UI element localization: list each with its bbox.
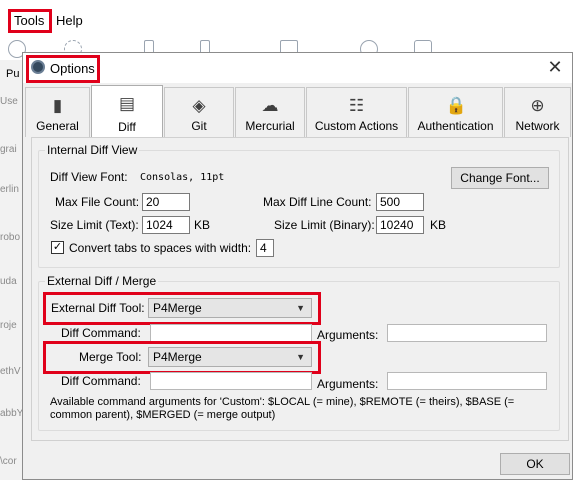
help-menu[interactable]: Help xyxy=(56,13,83,28)
sidebar-fragment: robo xyxy=(0,232,21,243)
ok-button[interactable]: OK xyxy=(500,453,570,475)
external-diff-group: External Diff / Merge External Diff Tool… xyxy=(38,274,560,431)
size-text-input[interactable]: 1024 xyxy=(142,216,190,234)
size-binary-input[interactable]: 10240 xyxy=(376,216,424,234)
max-line-count-label: Max Diff Line Count: xyxy=(263,195,372,209)
internal-diff-title: Internal Diff View xyxy=(45,143,140,157)
sidebar-fragment: grai xyxy=(0,144,17,155)
diff-tool-select[interactable]: P4Merge ▼ xyxy=(148,298,312,318)
tab-width-input[interactable]: 4 xyxy=(256,239,274,257)
max-line-count-input[interactable]: 500 xyxy=(376,193,424,211)
size-binary-label: Size Limit (Binary): xyxy=(274,218,375,232)
sidebar-fragment: Use xyxy=(0,96,18,107)
app-sidebar: Pu Use grai erlin robo uda roje ethV abb… xyxy=(0,60,22,480)
app-logo-icon xyxy=(31,60,45,74)
tab-authentication[interactable]: 🔒 Authentication xyxy=(408,87,503,137)
diff-tool-label: External Diff Tool: xyxy=(51,301,145,315)
convert-tabs-checkbox[interactable]: ✓ xyxy=(51,241,64,254)
close-icon[interactable]: ✕ xyxy=(544,57,566,79)
chevron-down-icon: ▼ xyxy=(296,303,305,313)
tab-custom-actions[interactable]: ☷ Custom Actions xyxy=(306,87,407,137)
diff-icon: ▤ xyxy=(118,94,136,113)
globe-icon: ⊕ xyxy=(530,96,545,115)
diff-arguments-input[interactable] xyxy=(387,324,547,342)
lock-icon: 🔒 xyxy=(445,96,467,115)
tab-label: General xyxy=(36,119,79,133)
max-file-count-input[interactable]: 20 xyxy=(142,193,190,211)
tab-git[interactable]: ◈ Git xyxy=(164,87,234,137)
font-value: Consolas, 11pt xyxy=(140,172,225,183)
tab-label: Diff xyxy=(118,120,136,134)
merge-command-input[interactable] xyxy=(150,372,312,390)
convert-tabs-label: Convert tabs to spaces with width: xyxy=(69,241,252,255)
size-binary-unit: KB xyxy=(430,218,447,232)
merge-arguments-label: Arguments: xyxy=(317,377,379,391)
options-dialog: Options ✕ ▮ General ▤ Diff ◈ Git ☁ Mercu… xyxy=(22,52,573,480)
sidebar-fragment: roje xyxy=(0,320,17,331)
internal-diff-group: Internal Diff View Diff View Font: Conso… xyxy=(38,143,560,268)
tab-label: Authentication xyxy=(417,119,494,133)
mercurial-icon: ☁ xyxy=(261,96,279,115)
external-diff-title: External Diff / Merge xyxy=(45,274,159,288)
merge-command-label: Diff Command: xyxy=(61,374,141,388)
tab-label: Git xyxy=(191,119,207,133)
sidebar-fragment: Pu xyxy=(6,68,20,80)
merge-tool-label: Merge Tool: xyxy=(79,350,142,364)
tab-label: Custom Actions xyxy=(314,119,399,133)
sidebar-fragment: uda xyxy=(0,276,17,287)
sidebar-fragment: ethV xyxy=(0,366,21,377)
font-label: Diff View Font: xyxy=(50,170,128,184)
tab-network[interactable]: ⊕ Network xyxy=(504,87,571,137)
diff-command-label: Diff Command: xyxy=(61,326,141,340)
diff-tool-value: P4Merge xyxy=(153,301,202,315)
size-text-unit: KB xyxy=(194,218,211,232)
sidebar-fragment: erlin xyxy=(0,184,19,195)
general-icon: ▮ xyxy=(52,96,63,115)
tab-label: Mercurial xyxy=(245,119,295,133)
dialog-title: Options xyxy=(50,61,95,76)
tab-mercurial[interactable]: ☁ Mercurial xyxy=(235,87,305,137)
change-font-button[interactable]: Change Font... xyxy=(451,167,549,189)
arguments-help-text: Available command arguments for 'Custom'… xyxy=(50,396,515,421)
git-icon: ◈ xyxy=(192,96,206,115)
tab-label: Network xyxy=(515,119,560,133)
diff-arguments-label: Arguments: xyxy=(317,328,379,342)
diff-panel: Internal Diff View Diff View Font: Conso… xyxy=(31,137,569,441)
sidebar-fragment: \cor xyxy=(0,456,17,467)
tab-diff[interactable]: ▤ Diff xyxy=(91,85,163,138)
menu-bar: Tools Help xyxy=(0,0,573,38)
diff-command-input[interactable] xyxy=(150,324,312,342)
merge-arguments-input[interactable] xyxy=(387,372,547,390)
sidebar-fragment: abbY xyxy=(0,408,22,419)
dialog-titlebar[interactable]: Options ✕ xyxy=(23,53,572,83)
tab-general[interactable]: ▮ General xyxy=(25,87,90,137)
max-file-count-label: Max File Count: xyxy=(55,195,140,209)
merge-tool-select[interactable]: P4Merge ▼ xyxy=(148,347,312,367)
merge-tool-value: P4Merge xyxy=(153,350,202,364)
custom-actions-icon: ☷ xyxy=(348,96,365,115)
size-text-label: Size Limit (Text): xyxy=(50,218,139,232)
options-tabs: ▮ General ▤ Diff ◈ Git ☁ Mercurial ☷ Cus… xyxy=(23,85,572,138)
tools-menu[interactable]: Tools xyxy=(8,9,52,33)
chevron-down-icon: ▼ xyxy=(296,352,305,362)
